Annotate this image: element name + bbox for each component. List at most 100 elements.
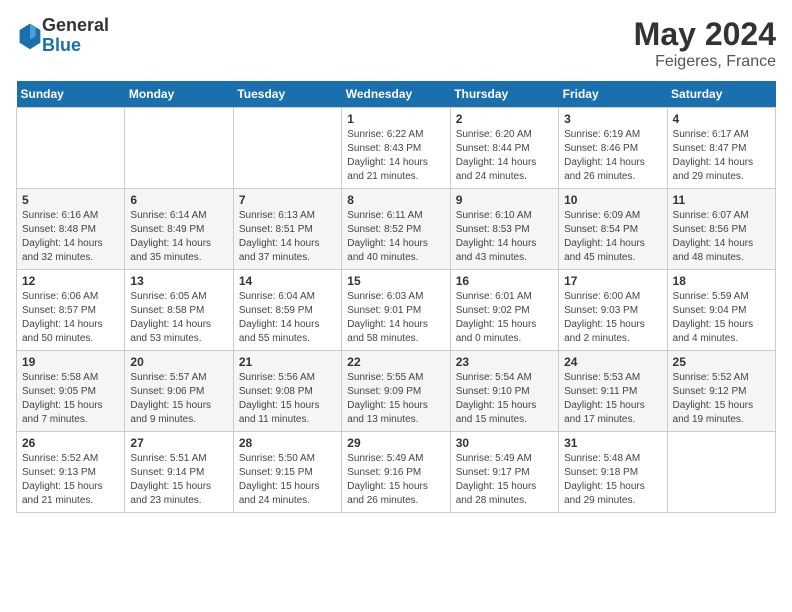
calendar-cell: 25 Sunrise: 5:52 AMSunset: 9:12 PMDayligh… <box>667 351 775 432</box>
day-number: 29 <box>347 436 444 450</box>
day-info: Sunrise: 5:52 AMSunset: 9:12 PMDaylight:… <box>673 371 770 427</box>
calendar-cell: 10Sunrise: 6:09 AMSunset: 8:54 PMDayligh… <box>559 189 667 270</box>
calendar-cell <box>125 108 233 189</box>
day-number: 18 <box>673 274 770 288</box>
day-number: 15 <box>347 274 444 288</box>
day-info: Sunrise: 6:17 AMSunset: 8:47 PMDaylight:… <box>673 128 770 184</box>
calendar-cell: 22 Sunrise: 5:55 AMSunset: 9:09 PMDayligh… <box>342 351 450 432</box>
day-number: 7 <box>239 193 336 207</box>
day-number: 24 <box>564 355 661 369</box>
calendar-location: Feigeres, France <box>634 53 776 71</box>
day-info: Sunrise: 6:06 AMSunset: 8:57 PMDaylight:… <box>22 290 119 346</box>
calendar-cell: 7 Sunrise: 6:13 AMSunset: 8:51 PMDaylight… <box>233 189 341 270</box>
day-number: 27 <box>130 436 227 450</box>
day-info: Sunrise: 6:05 AMSunset: 8:58 PMDaylight:… <box>130 290 227 346</box>
day-info: Sunrise: 6:13 AMSunset: 8:51 PMDaylight:… <box>239 209 336 265</box>
day-info: Sunrise: 6:14 AMSunset: 8:49 PMDaylight:… <box>130 209 227 265</box>
day-info: Sunrise: 5:58 AMSunset: 9:05 PMDaylight:… <box>22 371 119 427</box>
day-info: Sunrise: 5:52 AMSunset: 9:13 PMDaylight:… <box>22 452 119 508</box>
day-number: 1 <box>347 112 444 126</box>
day-number: 21 <box>239 355 336 369</box>
day-info: Sunrise: 5:56 AMSunset: 9:08 PMDaylight:… <box>239 371 336 427</box>
calendar-cell: 17Sunrise: 6:00 AMSunset: 9:03 PMDayligh… <box>559 270 667 351</box>
day-info: Sunrise: 6:16 AMSunset: 8:48 PMDaylight:… <box>22 209 119 265</box>
day-info: Sunrise: 5:49 AMSunset: 9:16 PMDaylight:… <box>347 452 444 508</box>
day-header-saturday: Saturday <box>667 81 775 108</box>
day-number: 20 <box>130 355 227 369</box>
day-number: 9 <box>456 193 553 207</box>
day-number: 19 <box>22 355 119 369</box>
day-number: 22 <box>347 355 444 369</box>
day-number: 12 <box>22 274 119 288</box>
day-number: 30 <box>456 436 553 450</box>
day-info: Sunrise: 6:07 AMSunset: 8:56 PMDaylight:… <box>673 209 770 265</box>
day-info: Sunrise: 5:57 AMSunset: 9:06 PMDaylight:… <box>130 371 227 427</box>
day-header-sunday: Sunday <box>17 81 125 108</box>
week-row-4: 19 Sunrise: 5:58 AMSunset: 9:05 PMDayligh… <box>17 351 776 432</box>
day-info: Sunrise: 6:11 AMSunset: 8:52 PMDaylight:… <box>347 209 444 265</box>
day-number: 17 <box>564 274 661 288</box>
calendar-cell: 14 Sunrise: 6:04 AMSunset: 8:59 PMDayligh… <box>233 270 341 351</box>
calendar-cell: 12 Sunrise: 6:06 AMSunset: 8:57 PMDayligh… <box>17 270 125 351</box>
calendar-cell: 21 Sunrise: 5:56 AMSunset: 9:08 PMDayligh… <box>233 351 341 432</box>
day-number: 23 <box>456 355 553 369</box>
calendar-cell: 31Sunrise: 5:48 AMSunset: 9:18 PMDayligh… <box>559 432 667 513</box>
logo-blue-text: Blue <box>42 36 109 56</box>
day-number: 3 <box>564 112 661 126</box>
day-info: Sunrise: 6:01 AMSunset: 9:02 PMDaylight:… <box>456 290 553 346</box>
calendar-cell: 19 Sunrise: 5:58 AMSunset: 9:05 PMDayligh… <box>17 351 125 432</box>
calendar-cell <box>667 432 775 513</box>
calendar-cell: 8 Sunrise: 6:11 AMSunset: 8:52 PMDaylight… <box>342 189 450 270</box>
calendar-cell: 9 Sunrise: 6:10 AMSunset: 8:53 PMDaylight… <box>450 189 558 270</box>
calendar-cell: 6 Sunrise: 6:14 AMSunset: 8:49 PMDaylight… <box>125 189 233 270</box>
calendar-cell: 4 Sunrise: 6:17 AMSunset: 8:47 PMDaylight… <box>667 108 775 189</box>
calendar-cell: 13 Sunrise: 6:05 AMSunset: 8:58 PMDayligh… <box>125 270 233 351</box>
calendar-cell: 15 Sunrise: 6:03 AMSunset: 9:01 PMDayligh… <box>342 270 450 351</box>
calendar-cell: 2Sunrise: 6:20 AMSunset: 8:44 PMDaylight… <box>450 108 558 189</box>
calendar-cell: 24 Sunrise: 5:53 AMSunset: 9:11 PMDayligh… <box>559 351 667 432</box>
title-block: May 2024 Feigeres, France <box>634 16 776 71</box>
calendar-cell: 29 Sunrise: 5:49 AMSunset: 9:16 PMDayligh… <box>342 432 450 513</box>
calendar-cell: 30Sunrise: 5:49 AMSunset: 9:17 PMDayligh… <box>450 432 558 513</box>
day-info: Sunrise: 6:03 AMSunset: 9:01 PMDaylight:… <box>347 290 444 346</box>
day-number: 28 <box>239 436 336 450</box>
day-info: Sunrise: 5:53 AMSunset: 9:11 PMDaylight:… <box>564 371 661 427</box>
day-info: Sunrise: 6:19 AMSunset: 8:46 PMDaylight:… <box>564 128 661 184</box>
logo-general-text: General <box>42 16 109 36</box>
calendar-cell: 18Sunrise: 5:59 AMSunset: 9:04 PMDayligh… <box>667 270 775 351</box>
calendar-cell <box>17 108 125 189</box>
calendar-cell: 27 Sunrise: 5:51 AMSunset: 9:14 PMDayligh… <box>125 432 233 513</box>
calendar-cell: 23 Sunrise: 5:54 AMSunset: 9:10 PMDayligh… <box>450 351 558 432</box>
day-number: 5 <box>22 193 119 207</box>
week-row-3: 12 Sunrise: 6:06 AMSunset: 8:57 PMDayligh… <box>17 270 776 351</box>
day-header-monday: Monday <box>125 81 233 108</box>
calendar-cell: 26Sunrise: 5:52 AMSunset: 9:13 PMDayligh… <box>17 432 125 513</box>
logo-text: General Blue <box>42 16 109 56</box>
calendar-title: May 2024 <box>634 16 776 53</box>
day-number: 6 <box>130 193 227 207</box>
day-number: 2 <box>456 112 553 126</box>
day-info: Sunrise: 6:04 AMSunset: 8:59 PMDaylight:… <box>239 290 336 346</box>
day-number: 14 <box>239 274 336 288</box>
day-info: Sunrise: 6:10 AMSunset: 8:53 PMDaylight:… <box>456 209 553 265</box>
day-header-friday: Friday <box>559 81 667 108</box>
day-number: 13 <box>130 274 227 288</box>
page-header: General Blue May 2024 Feigeres, France <box>16 16 776 71</box>
calendar-cell: 11Sunrise: 6:07 AMSunset: 8:56 PMDayligh… <box>667 189 775 270</box>
day-number: 25 <box>673 355 770 369</box>
day-header-tuesday: Tuesday <box>233 81 341 108</box>
header-row: SundayMondayTuesdayWednesdayThursdayFrid… <box>17 81 776 108</box>
calendar-cell: 16Sunrise: 6:01 AMSunset: 9:02 PMDayligh… <box>450 270 558 351</box>
logo-icon <box>18 22 42 50</box>
day-number: 4 <box>673 112 770 126</box>
day-info: Sunrise: 5:54 AMSunset: 9:10 PMDaylight:… <box>456 371 553 427</box>
day-info: Sunrise: 5:51 AMSunset: 9:14 PMDaylight:… <box>130 452 227 508</box>
day-info: Sunrise: 5:55 AMSunset: 9:09 PMDaylight:… <box>347 371 444 427</box>
week-row-2: 5 Sunrise: 6:16 AMSunset: 8:48 PMDaylight… <box>17 189 776 270</box>
day-number: 10 <box>564 193 661 207</box>
logo: General Blue <box>16 16 109 56</box>
day-header-thursday: Thursday <box>450 81 558 108</box>
day-info: Sunrise: 5:50 AMSunset: 9:15 PMDaylight:… <box>239 452 336 508</box>
day-number: 8 <box>347 193 444 207</box>
calendar-cell: 1Sunrise: 6:22 AMSunset: 8:43 PMDaylight… <box>342 108 450 189</box>
